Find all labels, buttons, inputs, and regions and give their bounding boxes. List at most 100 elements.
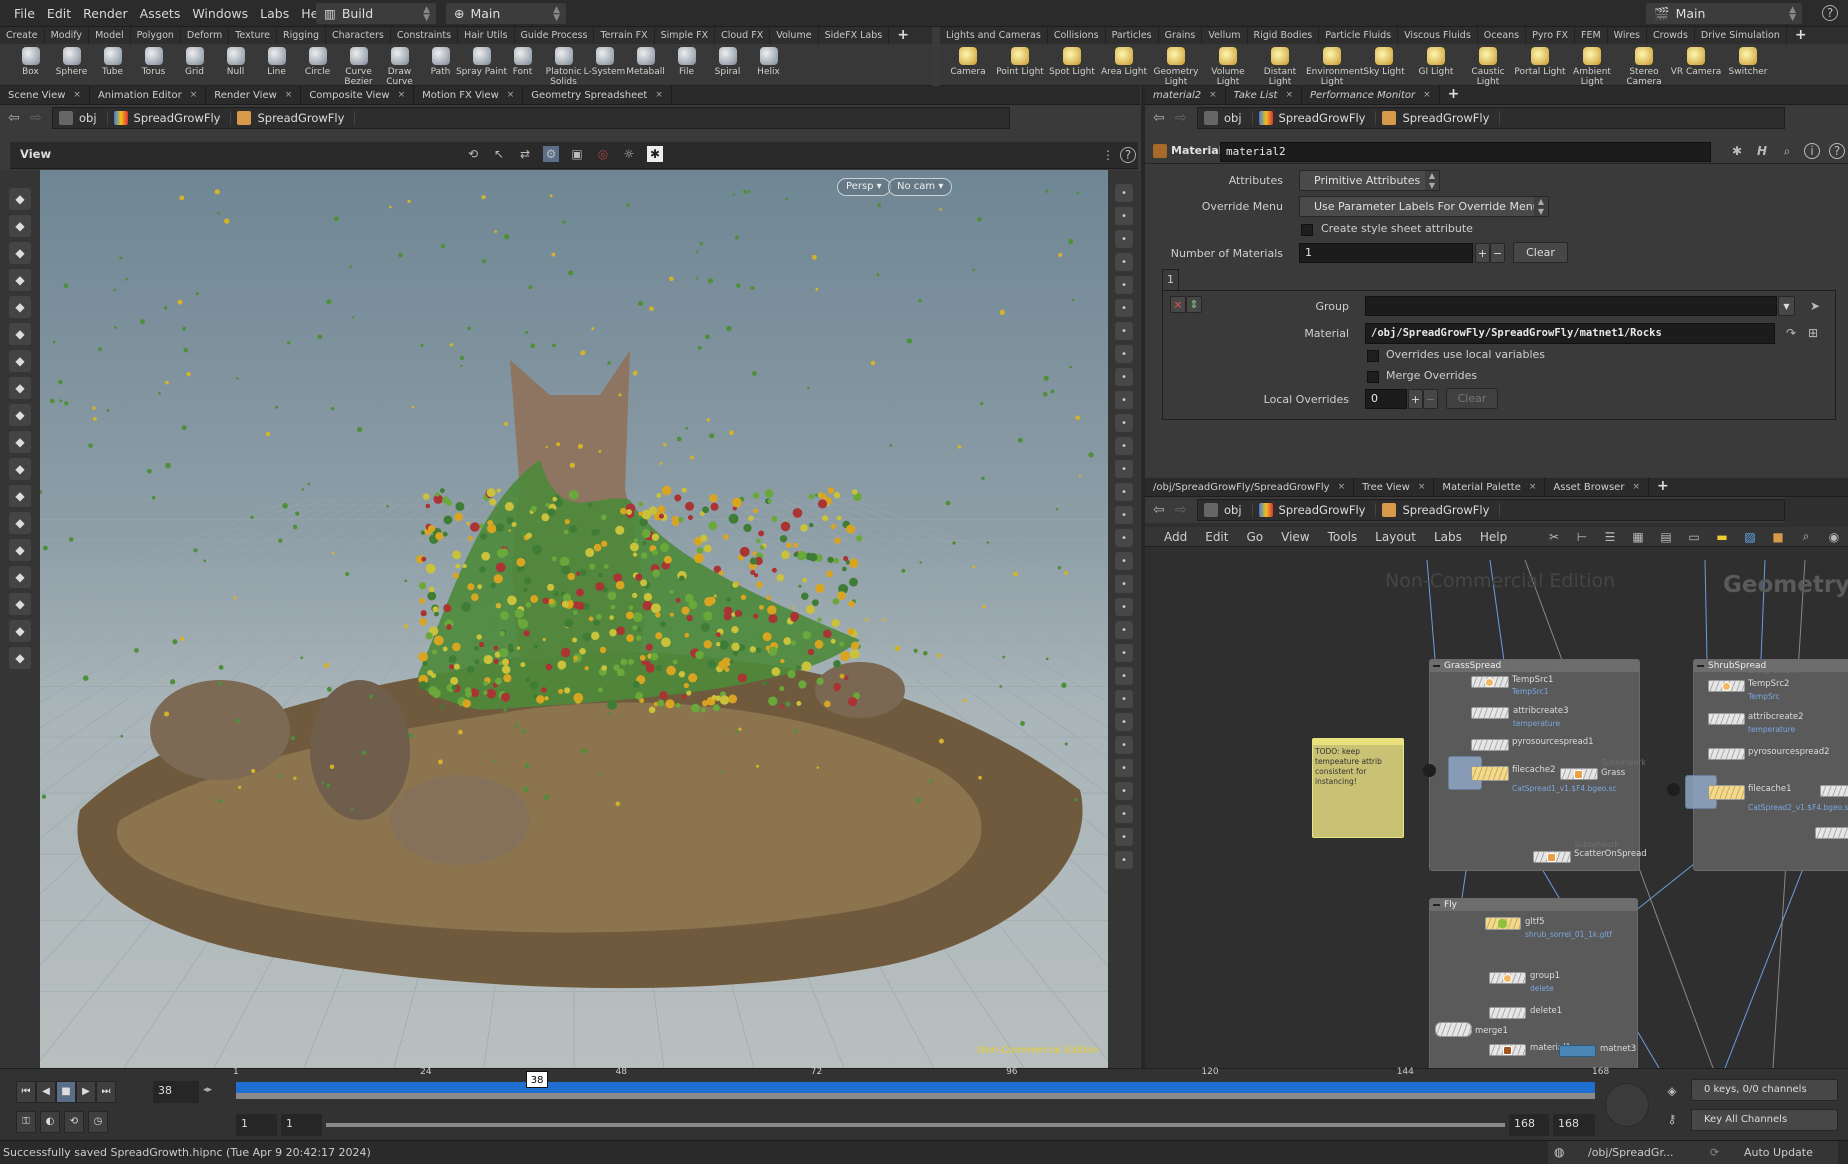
shelf-tab[interactable]: Crowds — [1647, 27, 1695, 44]
pane-tab[interactable]: Scene View × — [0, 86, 90, 104]
shelf-tool[interactable]: Stereo Camera — [1618, 44, 1670, 87]
pane-tab[interactable]: Render View × — [206, 86, 302, 104]
close-icon[interactable]: × — [73, 86, 81, 104]
insert-instance-icon[interactable]: ⇕ — [1186, 296, 1202, 313]
shelf-tool[interactable]: Area Light — [1098, 44, 1150, 77]
display-option-icon[interactable]: • — [1115, 782, 1133, 800]
shelf-tab[interactable]: Terrain FX — [594, 27, 655, 44]
shelf-tab[interactable]: Cloud FX — [715, 27, 771, 44]
display-option-icon[interactable]: • — [1115, 253, 1133, 271]
handle-icon[interactable]: ⇄ — [517, 146, 533, 162]
playback-end-field[interactable]: 168 — [1509, 1114, 1549, 1136]
playback-start-field[interactable]: 1 — [281, 1114, 322, 1136]
node-attribcreate3[interactable] — [1471, 707, 1509, 719]
step-arrows-icon[interactable]: ◂▸ — [203, 1085, 212, 1095]
shelf-tab[interactable]: Characters — [326, 27, 391, 44]
network-box-icon[interactable]: ▭ — [1686, 529, 1702, 545]
shelf-tab[interactable]: Viscous Fluids — [1398, 27, 1478, 44]
search-icon[interactable]: ⌕ — [1779, 143, 1795, 159]
node-tempsrc2[interactable] — [1708, 680, 1745, 692]
menu-item[interactable]: Labs — [254, 6, 295, 21]
pane-tab[interactable]: Tree View × — [1354, 478, 1435, 496]
menu-item[interactable]: Render — [77, 6, 134, 21]
display-option-icon[interactable]: • — [1115, 368, 1133, 386]
collapse-icon[interactable] — [1667, 783, 1680, 796]
crumb-obj[interactable]: obj — [53, 111, 108, 125]
shelf-tool[interactable]: VR Camera — [1670, 44, 1722, 77]
merge-overrides-checkbox[interactable] — [1367, 371, 1379, 383]
current-frame-marker[interactable]: 38 — [526, 1071, 549, 1088]
display-option-icon[interactable]: • — [1115, 276, 1133, 294]
background-image-icon[interactable]: ▨ — [1742, 529, 1758, 545]
group-menu-button[interactable]: ▼ — [1778, 296, 1795, 316]
step-back-icon[interactable]: ◀ — [36, 1081, 56, 1103]
close-icon[interactable]: × — [398, 86, 406, 104]
menu-item[interactable]: Labs — [1425, 530, 1471, 544]
display-option-icon[interactable]: • — [1115, 414, 1133, 432]
display-option-icon[interactable]: • — [1115, 667, 1133, 685]
decrement-button[interactable]: − — [1490, 243, 1505, 263]
display-option-icon[interactable]: • — [1115, 552, 1133, 570]
shelf-tab[interactable]: Drive Simulation — [1695, 27, 1787, 44]
shelf-tab[interactable]: Collisions — [1048, 27, 1106, 44]
forward-icon[interactable]: ⇨ — [30, 110, 46, 126]
desktop-selector[interactable]: ▥ Build ▲ ▼ — [316, 3, 436, 24]
close-icon[interactable]: × — [507, 86, 515, 104]
shelf-tool[interactable]: Point Light — [994, 44, 1046, 77]
shelf-tool[interactable]: Environment Light — [1306, 44, 1363, 87]
crumb-subnet2[interactable]: SpreadGrowFly — [231, 111, 356, 125]
node-matnet3[interactable] — [1559, 1045, 1596, 1057]
pane-tab[interactable]: Animation Editor × — [90, 86, 207, 104]
display-option-icon[interactable]: • — [1115, 230, 1133, 248]
render-icon[interactable]: ☼ — [621, 146, 637, 162]
display-option-icon[interactable]: • — [1115, 345, 1133, 363]
display-option-icon[interactable]: • — [1115, 851, 1133, 869]
add-shelf-icon[interactable]: + — [1787, 27, 1815, 44]
handle-tool-icon[interactable]: ◆ — [9, 431, 31, 453]
display-option-icon[interactable]: • — [1115, 299, 1133, 317]
menu-item[interactable]: Help — [1471, 530, 1516, 544]
node-material1[interactable] — [1489, 1044, 1526, 1056]
layout-icon[interactable]: ⋮ — [1100, 147, 1116, 163]
play-icon[interactable]: ▶ — [76, 1081, 96, 1103]
shelf-tool[interactable]: Camera — [942, 44, 994, 77]
loop-icon[interactable]: ⟲ — [64, 1111, 84, 1133]
display-option-icon[interactable]: • — [1115, 759, 1133, 777]
display-option-icon[interactable]: • — [1115, 644, 1133, 662]
list-icon[interactable]: ☰ — [1602, 529, 1618, 545]
num-materials-field[interactable]: 1 — [1299, 243, 1473, 263]
decrement-button[interactable]: − — [1423, 389, 1438, 409]
menu-item[interactable]: Edit — [41, 6, 77, 21]
shelf-tab[interactable]: SideFX Labs — [819, 27, 890, 44]
select-arrow-icon[interactable]: ➤ — [1807, 298, 1823, 314]
display-option-icon[interactable]: • — [1115, 207, 1133, 225]
menu-item[interactable]: View — [1272, 530, 1318, 544]
rotate-tool-icon[interactable]: ◆ — [9, 350, 31, 372]
path-bar[interactable]: obj SpreadGrowFly SpreadGrowFly — [1197, 107, 1785, 129]
close-icon[interactable]: × — [655, 86, 663, 104]
node-partial[interactable] — [1820, 785, 1848, 797]
display-option-icon[interactable]: • — [1115, 736, 1133, 754]
channel-icon[interactable]: ◈ — [1664, 1083, 1680, 1099]
node-partial[interactable] — [1815, 827, 1848, 839]
display-option-icon[interactable]: • — [1115, 575, 1133, 593]
crumb-subnet[interactable]: SpreadGrowFly — [1253, 111, 1377, 125]
close-icon[interactable]: × — [1285, 86, 1293, 104]
help-icon[interactable]: ? — [1829, 143, 1845, 159]
close-icon[interactable]: × — [1529, 478, 1537, 496]
forward-icon[interactable]: ⇨ — [1175, 110, 1191, 126]
shelf-tool[interactable]: Volume Light — [1202, 44, 1254, 87]
display-option-icon[interactable]: • — [1115, 184, 1133, 202]
range-end-field[interactable]: 168 — [1553, 1114, 1595, 1136]
scale-tool-icon[interactable]: ◆ — [9, 377, 31, 399]
search-icon[interactable]: ⌕ — [1798, 529, 1814, 545]
add-tab-icon[interactable]: + — [1649, 478, 1677, 496]
audio-icon[interactable]: ◐ — [40, 1111, 60, 1133]
crumb-subnet[interactable]: SpreadGrowFly — [1253, 503, 1377, 517]
help-icon[interactable]: ? — [1822, 5, 1838, 21]
pane-tab[interactable]: Geometry Spreadsheet × — [523, 86, 672, 104]
display-option-icon[interactable]: • — [1115, 437, 1133, 455]
render-tool-icon[interactable]: ◆ — [9, 647, 31, 669]
shelf-tab[interactable]: Rigging — [277, 27, 327, 44]
menu-item[interactable]: Go — [1237, 530, 1272, 544]
